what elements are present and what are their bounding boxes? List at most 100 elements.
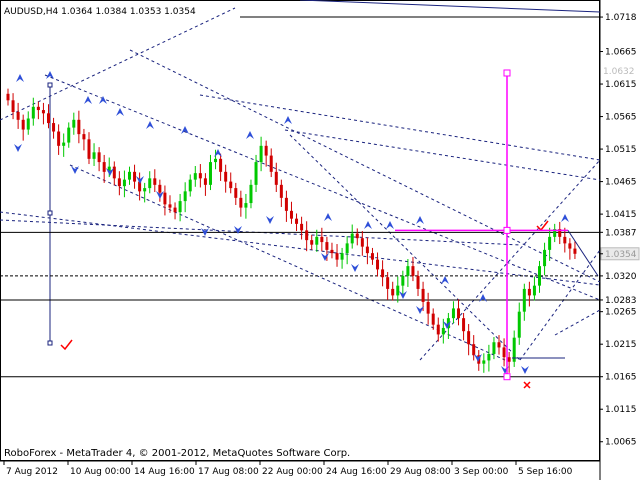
candle-body: [522, 288, 526, 312]
candle-body: [97, 152, 101, 163]
candle-body: [77, 119, 81, 135]
price-label: 1.0465: [605, 178, 637, 188]
candle-body: [249, 184, 253, 204]
candle-body: [457, 308, 461, 319]
candle-body: [41, 110, 45, 114]
candle-body: [517, 311, 521, 338]
price-label: 1.0320: [605, 272, 637, 282]
candle-body: [381, 269, 385, 278]
time-label: 3 Sep 00:00: [454, 467, 509, 477]
candle-body: [451, 308, 455, 319]
candle-body: [173, 207, 177, 213]
candle-body: [568, 243, 572, 249]
candle-body: [92, 152, 96, 159]
candle-body: [67, 127, 71, 143]
candle-body: [168, 204, 172, 208]
candle-body: [254, 162, 258, 185]
candle-body: [62, 142, 66, 146]
price-label: 1.0115: [605, 405, 637, 415]
candle-body: [538, 266, 542, 286]
candle-body: [421, 288, 425, 302]
candle-body: [264, 145, 268, 156]
candle-body: [370, 253, 374, 260]
candle-body: [345, 243, 349, 254]
price-label: 1.0265: [605, 308, 637, 318]
candle-body: [112, 166, 116, 179]
price-label: 1.0215: [605, 340, 637, 350]
candle-body: [462, 318, 466, 332]
price-label: 1.0515: [605, 145, 637, 155]
candle-body: [320, 236, 324, 243]
candle-body: [411, 266, 415, 276]
candle-body: [183, 191, 187, 202]
time-label: 14 Aug 16:00: [134, 467, 195, 477]
candle-body: [365, 246, 369, 254]
measure-handle: [47, 210, 53, 216]
candle-body: [198, 173, 202, 179]
time-label: 7 Aug 2012: [6, 467, 58, 477]
candle-body: [193, 173, 197, 180]
price-label: 1.0565: [605, 113, 637, 123]
candle-body: [122, 179, 126, 187]
target-price-label: 1.0632: [603, 67, 635, 77]
candle-body: [219, 158, 223, 172]
candle-body: [360, 238, 364, 247]
candle-body: [214, 158, 218, 163]
time-label: 29 Aug 08:00: [390, 467, 451, 477]
candle-body: [573, 248, 577, 254]
candle-body: [224, 171, 228, 182]
candle-body: [279, 184, 283, 198]
price-chart[interactable]: 1.0718 1.0665 1.0615 1.0565 1.0515 1.0465 1.04…: [0, 0, 640, 480]
candle-body: [46, 113, 50, 124]
price-label: 1.0415: [605, 210, 637, 220]
price-label: 1.0665: [605, 48, 637, 58]
measure-handle: [47, 82, 53, 88]
candle-body: [436, 324, 440, 335]
candle-body: [492, 342, 496, 354]
candle-body: [563, 236, 567, 244]
candle-body: [102, 162, 106, 172]
candle-body: [127, 171, 131, 180]
copyright-text: RoboForex - MetaTrader 4, © 2001-2012, M…: [4, 448, 350, 459]
price-label: 1.0387: [605, 228, 637, 238]
candle-body: [203, 178, 207, 185]
candle-body: [300, 223, 304, 231]
candle-body: [52, 123, 56, 132]
candle-body: [350, 233, 354, 244]
candle-body: [72, 119, 76, 128]
candle-body: [117, 178, 121, 187]
candle-body: [163, 192, 167, 205]
measure-handle: [47, 340, 53, 346]
price-label: 1.0165: [605, 373, 637, 383]
candle-body: [244, 203, 248, 208]
candle-body: [6, 93, 10, 101]
candle-body: [274, 171, 278, 185]
candle-body: [391, 288, 395, 296]
candle-body: [239, 197, 243, 208]
candle-body: [31, 106, 35, 119]
target-handle-bottom: [503, 373, 511, 381]
candle-body: [497, 342, 501, 348]
candle-body: [543, 249, 547, 267]
candle-body: [188, 179, 192, 192]
candle-body: [340, 253, 344, 260]
candle-body: [234, 188, 238, 198]
candle-body: [416, 275, 420, 289]
candle-body: [431, 313, 435, 325]
price-label: 1.0065: [605, 438, 637, 448]
chart-window[interactable]: 1.0718 1.0665 1.0615 1.0565 1.0515 1.0465 1.04…: [0, 0, 640, 480]
candle-body: [295, 218, 299, 224]
candle-body: [284, 197, 288, 211]
target-handle-top: [503, 69, 511, 77]
price-label: 1.0283: [605, 296, 637, 306]
candle-body: [441, 327, 445, 335]
time-label: 5 Sep 16:00: [518, 467, 573, 477]
candle-body: [143, 188, 147, 192]
time-label: 17 Aug 08:00: [198, 467, 259, 477]
candle-body: [153, 178, 157, 185]
candle-body: [467, 331, 471, 345]
candle-body: [325, 242, 329, 250]
candle-body: [310, 240, 314, 245]
price-label: 1.0354: [605, 250, 637, 260]
candle-body: [57, 131, 61, 146]
